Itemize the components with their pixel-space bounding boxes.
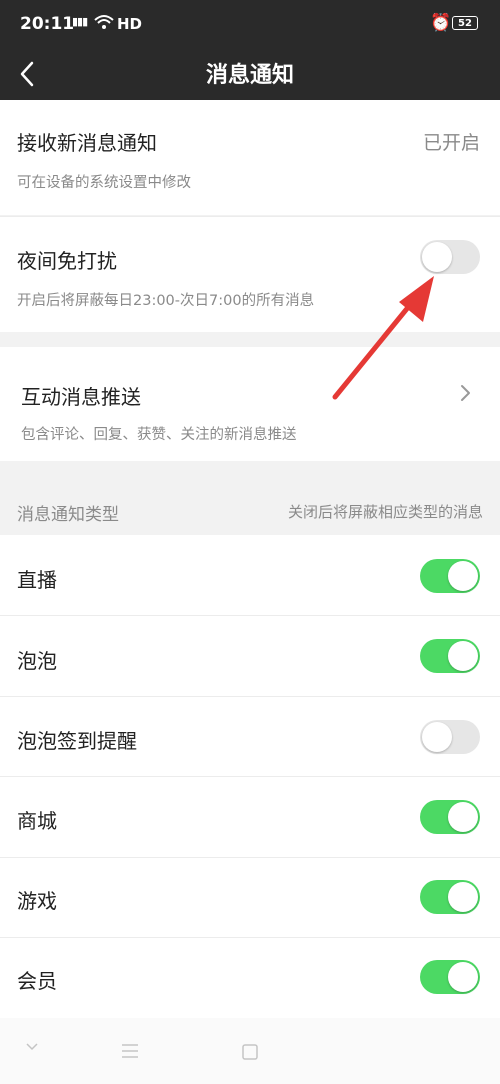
- nav-home-icon[interactable]: [242, 1044, 258, 1060]
- night-dnd-toggle[interactable]: [420, 240, 480, 274]
- night-dnd-hint: 开启后将屏蔽每日23:00-次日7:00的所有消息: [17, 293, 315, 309]
- interactive-push-label: 互动消息推送: [21, 385, 141, 409]
- receive-notification-row[interactable]: 接收新消息通知 已开启 可在设备的系统设置中修改: [0, 100, 500, 215]
- chevron-right-icon: [461, 385, 470, 401]
- interactive-push-hint: 包含评论、回复、获赞、关注的新消息推送: [21, 427, 297, 443]
- nav-menu-icon[interactable]: [121, 1044, 139, 1058]
- type-toggle-member[interactable]: [420, 960, 480, 994]
- page-title: 消息通知: [205, 63, 294, 88]
- receive-notification-status: 已开启: [422, 132, 480, 154]
- type-label: 会员: [17, 969, 57, 993]
- battery-icon: 52: [452, 16, 478, 30]
- receive-notification-label: 接收新消息通知: [17, 131, 157, 155]
- wifi-icon: [94, 14, 114, 34]
- notification-types-header: 消息通知类型 关闭后将屏蔽相应类型的消息: [0, 486, 500, 534]
- type-toggle-live[interactable]: [420, 559, 480, 593]
- type-label: 直播: [17, 568, 57, 592]
- interactive-push-row[interactable]: 互动消息推送 包含评论、回复、获赞、关注的新消息推送: [0, 347, 500, 461]
- type-toggle-game[interactable]: [420, 880, 480, 914]
- notification-types-list: 直播 泡泡 泡泡签到提醒 商城 游戏 会员: [0, 535, 500, 1018]
- app-header: 消息通知: [0, 48, 500, 100]
- type-toggle-bubble[interactable]: [420, 639, 480, 673]
- alarm-icon: ⏰: [430, 13, 452, 33]
- divider: [0, 857, 500, 858]
- type-label: 泡泡签到提醒: [17, 729, 137, 753]
- system-nav-bar: [0, 1018, 500, 1084]
- type-label: 游戏: [17, 889, 57, 913]
- divider: [0, 776, 500, 777]
- type-toggle-bubble-checkin[interactable]: [420, 720, 480, 754]
- status-bar: 20:11 ▮▮▮ HD ⏰ 52: [0, 0, 500, 48]
- notification-types-hint: 关闭后将屏蔽相应类型的消息: [287, 503, 483, 521]
- divider: [0, 615, 500, 616]
- receive-notification-hint: 可在设备的系统设置中修改: [17, 175, 191, 191]
- type-label: 商城: [17, 809, 57, 833]
- nav-back-icon[interactable]: [25, 1042, 39, 1052]
- type-toggle-mall[interactable]: [420, 800, 480, 834]
- network-type-label: HD: [117, 15, 143, 33]
- type-label: 泡泡: [17, 649, 57, 673]
- night-dnd-label: 夜间免打扰: [17, 249, 117, 273]
- status-time: 20:11: [20, 14, 75, 34]
- signal-icon: ▮▮▮: [72, 15, 88, 28]
- divider: [0, 937, 500, 938]
- notification-types-title: 消息通知类型: [17, 505, 119, 525]
- night-dnd-row: 夜间免打扰 开启后将屏蔽每日23:00-次日7:00的所有消息: [0, 217, 500, 332]
- divider: [0, 696, 500, 697]
